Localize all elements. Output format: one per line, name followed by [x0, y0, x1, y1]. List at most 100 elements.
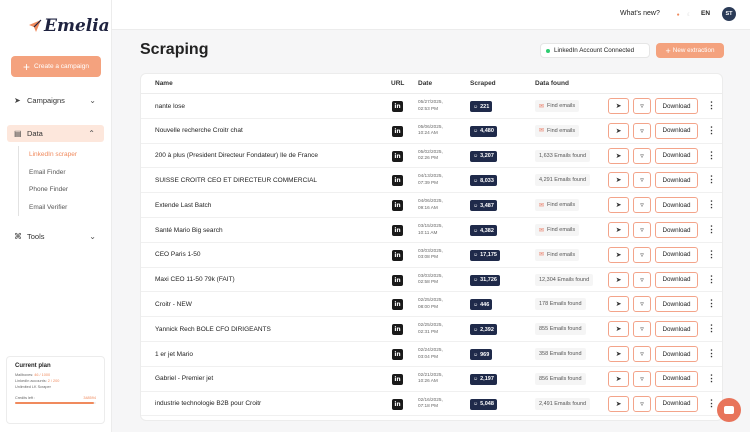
download-button[interactable]: Download — [655, 271, 698, 288]
send-to-campaign-button[interactable]: ➤ — [608, 395, 629, 412]
row-name[interactable]: Gabriel - Premier jet — [155, 375, 213, 382]
send-to-campaign-button[interactable]: ➤ — [608, 222, 629, 238]
table-row[interactable]: Gabriel - Premier jet in 02/21/2025, 10:26 … — [141, 367, 722, 392]
linkedin-icon[interactable]: in — [392, 299, 403, 311]
row-name[interactable]: SUISSE CROITR CEO ET DIRECTEUR COMMERCIA… — [155, 177, 317, 184]
table-row[interactable]: Santé Mario Big search in 03/15/2025, 10:11… — [141, 218, 722, 243]
download-button[interactable]: Download — [655, 246, 698, 263]
linkedin-icon[interactable]: in — [392, 225, 403, 236]
table-row[interactable]: Extende Last Batch in 04/06/2025, 09:16 AM ☺… — [141, 193, 722, 218]
new-extraction-button[interactable]: + New extraction — [656, 43, 724, 58]
more-options-icon[interactable]: ⋮ — [707, 150, 716, 161]
send-to-campaign-button[interactable]: ➤ — [608, 122, 629, 139]
filter-button[interactable]: ▿ — [633, 395, 651, 412]
linkedin-icon[interactable]: in — [392, 125, 403, 137]
more-options-icon[interactable]: ⋮ — [707, 373, 716, 384]
filter-button[interactable]: ▿ — [633, 222, 651, 238]
table-row[interactable]: SUISSE CROITR CEO ET DIRECTEUR COMMERCIA… — [141, 168, 722, 194]
download-button[interactable]: Download — [655, 370, 698, 387]
download-button[interactable]: Download — [655, 172, 698, 189]
download-button[interactable]: Download — [655, 147, 698, 164]
send-to-campaign-button[interactable]: ➤ — [608, 370, 629, 387]
filter-button[interactable]: ▿ — [633, 321, 651, 338]
table-row[interactable]: Nouvelle recherche Croitr chat in 05/06/20… — [141, 119, 722, 144]
filter-button[interactable]: ▿ — [633, 271, 651, 288]
more-options-icon[interactable]: ⋮ — [707, 125, 716, 136]
chat-button[interactable] — [717, 398, 741, 422]
send-to-campaign-button[interactable]: ➤ — [608, 321, 629, 338]
language-selector[interactable]: EN — [701, 10, 710, 17]
send-to-campaign-button[interactable]: ➤ — [608, 172, 629, 189]
download-button[interactable]: Download — [655, 98, 698, 114]
table-row[interactable]: 1 er jet Mario in 02/24/2025, 03:04 PM ☺ 969 3… — [141, 342, 722, 367]
whats-new-link[interactable]: What's new? — [620, 10, 660, 17]
filter-button[interactable]: ▿ — [633, 172, 651, 189]
send-to-campaign-button[interactable]: ➤ — [608, 246, 629, 263]
row-name[interactable]: 1 er jet Mario — [155, 351, 193, 358]
send-to-campaign-button[interactable]: ➤ — [608, 296, 629, 313]
linkedin-icon[interactable]: in — [392, 373, 403, 385]
filter-button[interactable]: ▿ — [633, 98, 651, 114]
sidebar-item-email-verifier[interactable]: Email Verifier — [29, 199, 77, 217]
download-button[interactable]: Download — [655, 395, 698, 412]
download-button[interactable]: Download — [655, 197, 698, 214]
create-campaign-button[interactable]: + Create a campaign — [11, 56, 101, 77]
filter-button[interactable]: ▿ — [633, 370, 651, 387]
more-options-icon[interactable]: ⋮ — [707, 224, 716, 235]
download-button[interactable]: Download — [655, 296, 698, 313]
filter-button[interactable]: ▿ — [633, 147, 651, 164]
filter-button[interactable]: ▿ — [633, 346, 651, 362]
table-row[interactable]: Maxi CEO 11-50 79k (FAIT) in 03/03/2025, 02… — [141, 268, 722, 293]
sidebar-item-tools[interactable]: ⌘ Tools ⌄ — [0, 228, 112, 245]
find-emails-button[interactable]: ✉ Find emails — [535, 100, 580, 112]
sidebar-item-campaigns[interactable]: ➤ Campaigns ⌄ — [0, 92, 112, 109]
download-button[interactable]: Download — [655, 222, 698, 238]
table-row[interactable]: CEO Paris 1-50 in 03/03/2025, 03:08 PM ☺ 17,1… — [141, 243, 722, 268]
theme-toggle[interactable]: ● ☾ — [673, 9, 695, 20]
find-emails-button[interactable]: ✉ Find emails — [535, 199, 580, 212]
table-row[interactable]: Yannick Rech BOLE CFO DIRIGEANTS in 02/25/… — [141, 317, 722, 342]
linkedin-icon[interactable]: in — [392, 175, 403, 187]
linkedin-icon[interactable]: in — [392, 150, 403, 162]
sidebar-item-email-finder[interactable]: Email Finder — [29, 164, 77, 182]
table-row[interactable]: 200 à plus (President Directeur Fondateu… — [141, 144, 722, 169]
more-options-icon[interactable]: ⋮ — [707, 274, 716, 285]
row-name[interactable]: Maxi CEO 11-50 79k (FAIT) — [155, 276, 235, 283]
more-options-icon[interactable]: ⋮ — [707, 323, 716, 334]
more-options-icon[interactable]: ⋮ — [707, 298, 716, 309]
row-name[interactable]: Nouvelle recherche Croitr chat — [155, 127, 243, 134]
table-row[interactable]: Croitr - NEW in 02/25/2025, 08:00 PM ☺ 446 178… — [141, 292, 722, 318]
row-name[interactable]: Extende Last Batch — [155, 202, 211, 209]
table-row[interactable]: industrie technologie B2B pour Croitr in 0… — [141, 392, 722, 417]
send-to-campaign-button[interactable]: ➤ — [608, 98, 629, 114]
download-button[interactable]: Download — [655, 321, 698, 338]
find-emails-button[interactable]: ✉ Find emails — [535, 248, 580, 261]
send-to-campaign-button[interactable]: ➤ — [608, 346, 629, 362]
linkedin-icon[interactable]: in — [392, 200, 403, 212]
row-name[interactable]: CEO Paris 1-50 — [155, 251, 201, 258]
linkedin-icon[interactable]: in — [392, 274, 403, 286]
filter-button[interactable]: ▿ — [633, 296, 651, 313]
more-options-icon[interactable]: ⋮ — [707, 199, 716, 210]
filter-button[interactable]: ▿ — [633, 122, 651, 139]
more-options-icon[interactable]: ⋮ — [707, 100, 716, 111]
linkedin-icon[interactable]: in — [392, 349, 403, 360]
sidebar-item-data[interactable]: ▤ Data ⌃ — [7, 125, 104, 142]
row-name[interactable]: Croitr - NEW — [155, 301, 192, 308]
table-row[interactable]: nante lose in 05/27/2025, 02:53 PM ☺ 221 ✉ Find… — [141, 94, 722, 119]
filter-button[interactable]: ▿ — [633, 197, 651, 214]
find-emails-button[interactable]: ✉ Find emails — [535, 224, 580, 236]
logo[interactable]: Emelia — [28, 16, 110, 36]
linkedin-icon[interactable]: in — [392, 101, 403, 112]
avatar[interactable]: ST — [722, 7, 736, 21]
more-options-icon[interactable]: ⋮ — [707, 398, 716, 409]
find-emails-button[interactable]: ✉ Find emails — [535, 124, 580, 137]
send-to-campaign-button[interactable]: ➤ — [608, 197, 629, 214]
row-name[interactable]: 200 à plus (President Directeur Fondateu… — [155, 152, 318, 159]
row-name[interactable]: Yannick Rech BOLE CFO DIRIGEANTS — [155, 326, 271, 333]
linkedin-icon[interactable]: in — [392, 249, 403, 261]
more-options-icon[interactable]: ⋮ — [707, 249, 716, 260]
download-button[interactable]: Download — [655, 346, 698, 362]
sidebar-item-phone-finder[interactable]: Phone Finder — [29, 181, 77, 199]
send-to-campaign-button[interactable]: ➤ — [608, 147, 629, 164]
